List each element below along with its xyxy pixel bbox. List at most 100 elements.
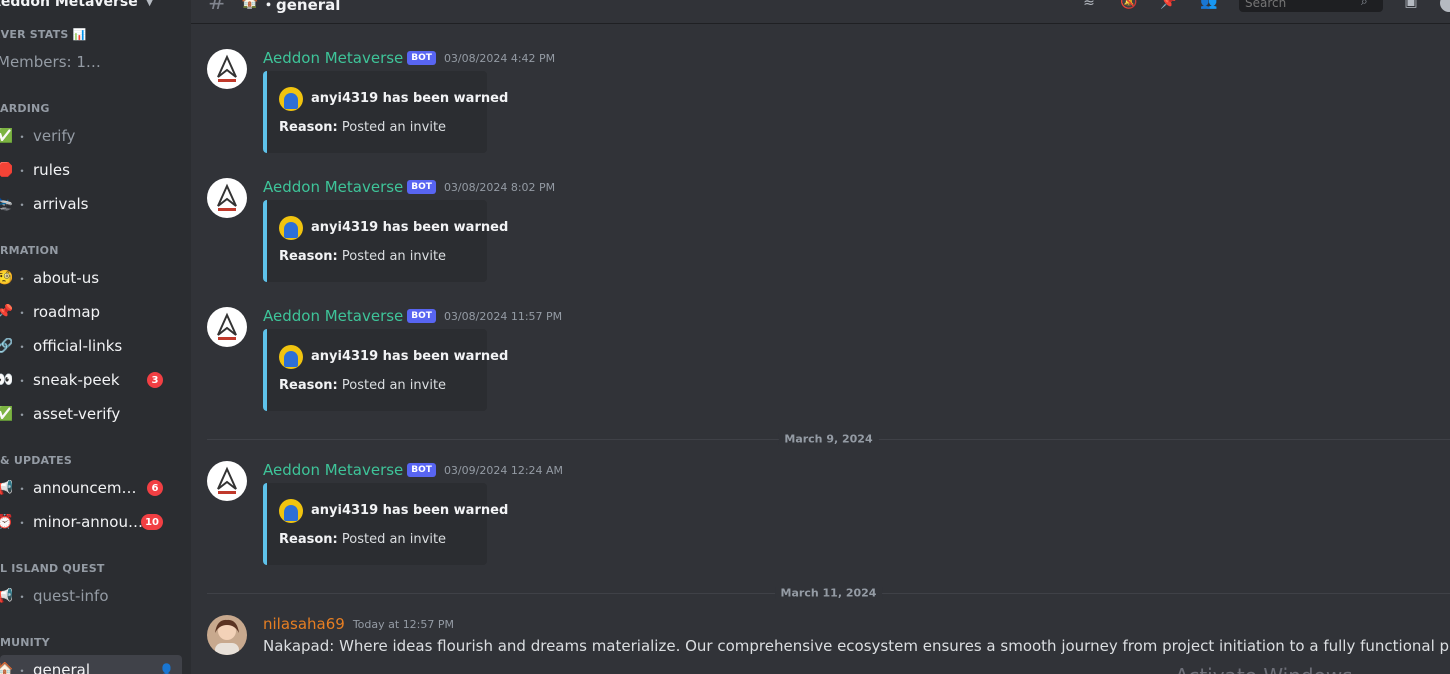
bot-avatar[interactable] xyxy=(207,307,247,347)
channel-dot: ・ xyxy=(16,129,29,144)
channel-label: roadmap xyxy=(33,303,101,321)
embed-title: anyi4319 has been warned xyxy=(311,91,509,106)
server-header[interactable]: Aeddon Metaverse ▼ xyxy=(0,0,153,14)
sidebar-item-arrivals[interactable]: 🛬 ・ arrivals xyxy=(0,189,182,219)
check-icon: ✅ xyxy=(0,406,12,422)
message-header: Aeddon Metaverse BOT 03/08/2024 11:57 PM xyxy=(263,307,562,325)
warning-embed: anyi4319 has been warned Reason: Posted … xyxy=(263,329,508,411)
message-author[interactable]: Aeddon Metaverse xyxy=(263,178,403,196)
embed-title: anyi4319 has been warned xyxy=(311,349,509,364)
activate-windows-watermark: Activate Windows xyxy=(1175,664,1353,674)
warning-embed: anyi4319 has been warned Reason: Posted … xyxy=(263,483,508,565)
message-header: Aeddon Metaverse BOT 03/08/2024 4:42 PM xyxy=(263,49,555,67)
warned-user-avatar xyxy=(279,216,303,240)
user-avatar[interactable] xyxy=(207,615,247,655)
channel-label: about-us xyxy=(33,269,100,287)
date-divider-label: March 11, 2024 xyxy=(774,586,883,600)
pushpin-icon: 📌 xyxy=(0,304,12,320)
sidebar-item-minor-announcement[interactable]: ⏰ ・ minor-annou… 10 xyxy=(0,507,182,537)
message-timestamp: 03/08/2024 11:57 PM xyxy=(443,309,563,323)
eyes-icon: 👀 xyxy=(0,372,12,388)
inbox-icon[interactable]: ▣ xyxy=(1401,0,1421,14)
sidebar-item-verify[interactable]: ✅ ・ verify xyxy=(0,121,182,151)
warning-embed: anyi4319 has been warned Reason: Posted … xyxy=(263,71,508,153)
chevron-down-icon: ▼ xyxy=(145,0,154,8)
stats-members[interactable]: Members: 1614 xyxy=(0,47,182,77)
notification-bell-icon[interactable]: 🔕 xyxy=(1119,0,1139,14)
category-community[interactable]: MUNITY xyxy=(0,636,50,649)
category-quest[interactable]: L ISLAND QUEST xyxy=(0,562,105,575)
embed-reason: Reason: Posted an invite xyxy=(279,532,447,547)
category-onboarding[interactable]: ARDING xyxy=(0,102,50,115)
sidebar-item-about-us[interactable]: 🧐 ・ about-us xyxy=(0,263,182,293)
category-updates[interactable]: & UPDATES xyxy=(0,454,72,467)
message-header: nilasaha69 Today at 12:57 PM xyxy=(263,615,454,633)
message-author[interactable]: Aeddon Metaverse xyxy=(263,307,403,325)
channel-dot: ・ xyxy=(16,197,29,212)
message-author[interactable]: Aeddon Metaverse xyxy=(263,49,403,67)
message-timestamp: Today at 12:57 PM xyxy=(352,617,455,631)
bot-tag: BOT xyxy=(407,180,436,194)
discord-app: Aeddon Metaverse ▼ RVER STATS 📊 Members:… xyxy=(0,0,1450,674)
pinned-messages-icon[interactable]: 📌 xyxy=(1159,0,1179,14)
channel-label: official-links xyxy=(33,337,123,355)
channel-dot: ・ xyxy=(16,373,29,388)
embed-reason: Reason: Posted an invite xyxy=(279,378,447,393)
message-author[interactable]: nilasaha69 xyxy=(263,615,345,633)
channel-dot: ・ xyxy=(16,305,29,320)
airplane-arrival-icon: 🛬 xyxy=(0,196,12,212)
channel-sidebar: Aeddon Metaverse ▼ RVER STATS 📊 Members:… xyxy=(0,0,191,674)
bot-tag: BOT xyxy=(407,51,436,65)
threads-icon[interactable]: ≋ xyxy=(1079,0,1099,14)
category-server-stats[interactable]: RVER STATS 📊 xyxy=(0,28,86,41)
sidebar-item-rules[interactable]: 🛑 ・ rules xyxy=(0,155,182,185)
channel-dot: ・ xyxy=(16,663,29,674)
channel-label: asset-verify xyxy=(33,405,121,423)
date-divider: March 9, 2024 xyxy=(207,432,1450,446)
bot-tag: BOT xyxy=(407,309,436,323)
embed-title: anyi4319 has been warned xyxy=(311,220,509,235)
channel-label: verify xyxy=(33,127,76,145)
alarm-clock-icon: ⏰ xyxy=(0,514,12,530)
megaphone-icon: 📢 xyxy=(0,588,12,604)
message-header: Aeddon Metaverse BOT 03/08/2024 8:02 PM xyxy=(263,178,555,196)
message-timestamp: 03/08/2024 8:02 PM xyxy=(443,180,556,194)
message-author[interactable]: Aeddon Metaverse xyxy=(263,461,403,479)
date-divider-label: March 9, 2024 xyxy=(778,432,879,446)
monocle-face-icon: 🧐 xyxy=(0,270,12,286)
sidebar-item-sneak-peek[interactable]: 👀 ・ sneak-peek 3 xyxy=(0,365,182,395)
sidebar-item-quest-info[interactable]: 📢 ・ quest-info xyxy=(0,581,182,611)
channel-dot: ・ xyxy=(16,515,29,530)
channel-dot: ・ xyxy=(16,163,29,178)
embed-title: anyi4319 has been warned xyxy=(311,503,509,518)
sidebar-item-asset-verify[interactable]: ✅ ・ asset-verify xyxy=(0,399,182,429)
channel-label: general xyxy=(33,661,91,674)
sidebar-item-announcement[interactable]: 📢 ・ announcement 6 xyxy=(0,473,182,503)
house-icon: 🏠 xyxy=(241,0,259,10)
link-icon: 🔗 xyxy=(0,338,12,354)
add-member-icon[interactable]: 👤 xyxy=(159,663,174,674)
message-content: Nakapad: Where ideas flourish and dreams… xyxy=(263,637,1450,655)
check-icon: ✅ xyxy=(0,128,12,144)
mention-badge: 3 xyxy=(147,372,163,388)
channel-dot: ・ xyxy=(16,339,29,354)
house-icon: 🏠 xyxy=(0,662,12,674)
message-timestamp: 03/08/2024 4:42 PM xyxy=(443,51,556,65)
message-timestamp: 03/09/2024 12:24 AM xyxy=(443,463,564,477)
warned-user-avatar xyxy=(279,499,303,523)
member-list-icon[interactable]: 👥 xyxy=(1199,0,1219,14)
date-divider: March 11, 2024 xyxy=(207,586,1450,600)
channel-label: rules xyxy=(33,161,70,179)
bot-avatar[interactable] xyxy=(207,178,247,218)
channel-dot: ・ xyxy=(16,589,29,604)
bot-avatar[interactable] xyxy=(207,461,247,501)
channel-dot: ・ xyxy=(16,481,29,496)
sidebar-item-general[interactable]: 🏠 ・ general 👤 xyxy=(0,655,182,674)
sidebar-item-roadmap[interactable]: 📌 ・ roadmap xyxy=(0,297,182,327)
hashtag-icon: # xyxy=(208,0,227,15)
bot-avatar[interactable] xyxy=(207,49,247,89)
sidebar-item-official-links[interactable]: 🔗 ・ official-links xyxy=(0,331,182,361)
category-information[interactable]: RMATION xyxy=(0,244,59,257)
warning-embed: anyi4319 has been warned Reason: Posted … xyxy=(263,200,508,282)
stop-sign-icon: 🛑 xyxy=(0,162,12,178)
